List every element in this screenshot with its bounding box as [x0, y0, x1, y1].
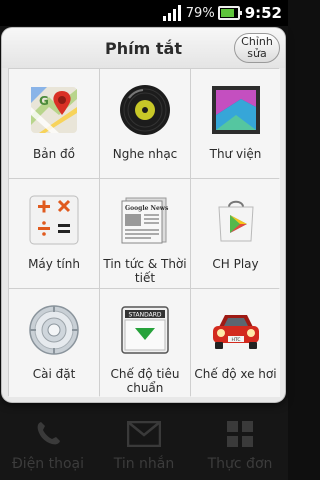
- dock-label: Điện thoại: [11, 456, 85, 472]
- shortcut-play-store[interactable]: CH Play: [191, 179, 280, 288]
- shortcut-music[interactable]: Nghe nhạc: [100, 69, 190, 178]
- edit-button[interactable]: Chỉnh sửa: [234, 33, 280, 63]
- shortcut-news-weather[interactable]: Google News Tin tức & Thời tiết: [100, 179, 190, 288]
- battery-icon: [217, 6, 242, 20]
- shortcut-label: CH Play: [212, 257, 259, 271]
- shortcut-label: Cài đặt: [32, 367, 76, 381]
- shortcut-label: Chế độ xe hơi: [194, 367, 277, 381]
- news-icon-text: Google News: [125, 205, 169, 212]
- standard-mode-icon: STANDARD: [118, 303, 172, 357]
- phone-icon: [33, 418, 63, 450]
- battery-percent: 79%: [185, 5, 215, 21]
- battery-level-fill: [220, 9, 234, 17]
- clock: 9:52: [244, 4, 282, 22]
- message-icon: [127, 418, 161, 450]
- dock-label: Tin nhắn: [113, 456, 175, 472]
- dialog-title: Phím tắt: [105, 38, 182, 58]
- shortcut-calculator[interactable]: Máy tính: [9, 179, 99, 288]
- edit-button-label: Chỉnh sửa: [241, 36, 273, 60]
- dock-item-messages[interactable]: Tin nhắn: [96, 398, 192, 480]
- shortcut-label: Thư viện: [209, 147, 262, 161]
- music-disc-icon: [118, 83, 172, 137]
- svg-text:G: G: [39, 94, 49, 108]
- calculator-icon: [27, 193, 81, 247]
- shortcuts-dialog: Phím tắt Chỉnh sửa G Bản đồ Nghe nhạc Th…: [2, 28, 285, 402]
- shortcut-maps[interactable]: G Bản đồ: [9, 69, 99, 178]
- maps-icon: G: [27, 83, 81, 137]
- signal-icon: [162, 5, 181, 21]
- shortcut-label: Tin tức & Thời tiết: [103, 257, 187, 285]
- play-store-icon: [209, 193, 263, 247]
- dock-item-phone[interactable]: Điện thoại: [0, 398, 96, 480]
- menu-grid-icon: [226, 418, 254, 450]
- dock-label: Thực đơn: [207, 456, 273, 472]
- standard-icon-text: STANDARD: [128, 312, 161, 319]
- shortcut-label: Máy tính: [28, 257, 80, 271]
- edit-label-line2: sửa: [247, 47, 267, 60]
- shortcut-label: Chế độ tiêu chuẩn: [110, 367, 180, 395]
- car-mode-icon: HTC: [209, 303, 263, 357]
- shortcut-car-mode[interactable]: HTC Chế độ xe hơi: [191, 289, 280, 397]
- shortcut-gallery[interactable]: Thư viện: [191, 69, 280, 178]
- shortcut-settings[interactable]: Cài đặt: [9, 289, 99, 397]
- dialog-header: Phím tắt Chỉnh sửa: [2, 28, 285, 68]
- status-bar: 79% 9:52: [0, 0, 288, 26]
- dock-item-menu[interactable]: Thực đơn: [192, 398, 288, 480]
- car-plate-text: HTC: [231, 337, 240, 343]
- news-icon: Google News: [118, 193, 172, 247]
- shortcut-grid: G Bản đồ Nghe nhạc Thư viện Máy tính Goo…: [8, 68, 280, 397]
- gallery-icon: [209, 83, 263, 137]
- shortcut-label: Nghe nhạc: [112, 147, 178, 161]
- dock: Điện thoại Tin nhắn Thực đơn: [0, 398, 288, 480]
- settings-disc-icon: [27, 303, 81, 357]
- shortcut-label: Bản đồ: [33, 147, 75, 161]
- shortcut-standard-mode[interactable]: STANDARD Chế độ tiêu chuẩn: [100, 289, 190, 397]
